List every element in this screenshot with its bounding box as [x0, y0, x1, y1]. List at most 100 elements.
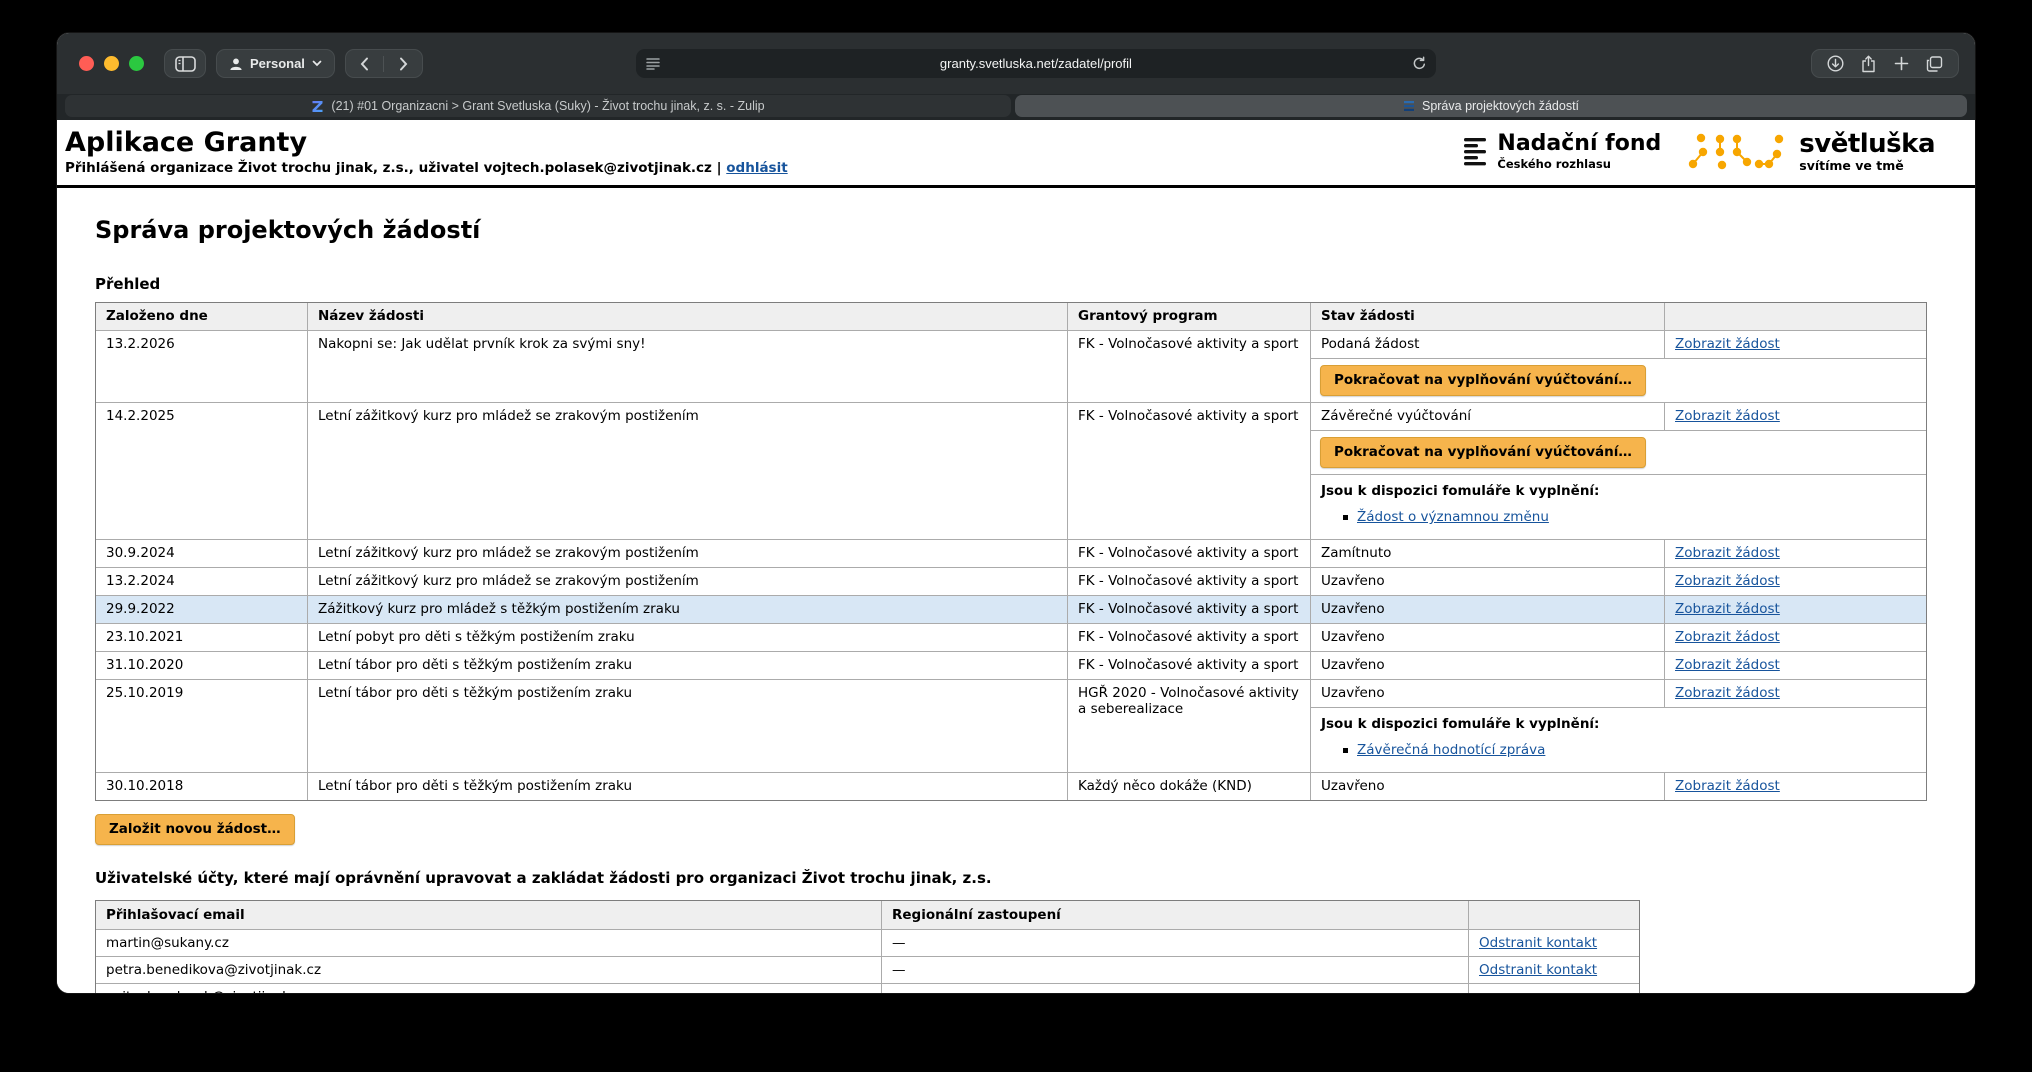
minimize-window-button[interactable] [104, 56, 119, 71]
profile-menu-button[interactable]: Personal [216, 49, 335, 78]
view-application-link[interactable]: Zobrazit žádost [1675, 629, 1780, 645]
sidebar-icon [175, 56, 196, 72]
users-table-header: Přihlašovací email Regionální zastoupení [96, 901, 1639, 929]
site-header: Aplikace Granty Přihlášená organizace Ži… [57, 120, 1975, 188]
application-program: FK - Volnočasové aktivity a sport [1068, 540, 1311, 567]
col-header-email: Přihlašovací email [96, 901, 882, 929]
forward-button[interactable] [384, 50, 422, 77]
bullet-icon [1343, 515, 1348, 520]
browser-toolbar: Personal granty.svetluska.net/zadatel/p [57, 33, 1975, 94]
view-application-link[interactable]: Zobrazit žádost [1675, 573, 1780, 589]
new-tab-button[interactable] [1894, 56, 1909, 71]
col-header-program: Grantový program [1068, 303, 1311, 330]
nf-subtitle: Českého rozhlasu [1497, 157, 1661, 171]
user-email: vojtech.polasek@zivotjinak.cz [96, 984, 882, 993]
application-status: Uzavřeno [1311, 568, 1665, 595]
new-application-button[interactable]: Založit novou žádost… [95, 814, 295, 845]
login-info-text: Přihlášená organizace Život trochu jinak… [65, 160, 722, 176]
user-email: martin@sukany.cz [96, 930, 882, 956]
application-date: 23.10.2021 [96, 624, 308, 651]
application-name: Letní zážitkový kurz pro mládež se zrako… [308, 568, 1068, 595]
application-row: 30.10.2018 Letní tábor pro děti s těžkým… [96, 772, 1926, 800]
fullscreen-window-button[interactable] [129, 56, 144, 71]
application-date: 13.2.2024 [96, 568, 308, 595]
web-page: Aplikace Granty Přihlášená organizace Ži… [57, 120, 1975, 993]
application-name: Letní zážitkový kurz pro mládež se zrako… [308, 540, 1068, 567]
form-link[interactable]: Žádost o významnou změnu [1357, 509, 1549, 526]
application-date: 30.9.2024 [96, 540, 308, 567]
application-status: Uzavřeno [1311, 680, 1665, 707]
svetluska-logo: světluška svítíme ve tmě [1687, 131, 1935, 173]
view-application-link[interactable]: Zobrazit žádost [1675, 778, 1780, 794]
braille-dots-icon [1687, 131, 1787, 173]
remove-contact-link[interactable]: Odstranit kontakt [1479, 935, 1597, 951]
application-date: 14.2.2025 [96, 403, 308, 539]
logout-link[interactable]: odhlásit [726, 160, 787, 176]
sv-subtitle: svítíme ve tmě [1799, 158, 1935, 173]
view-application-link[interactable]: Zobrazit žádost [1675, 601, 1780, 617]
view-application-link[interactable]: Zobrazit žádost [1675, 685, 1780, 701]
application-program: FK - Volnočasové aktivity a sport [1068, 403, 1311, 539]
downloads-button[interactable] [1827, 55, 1844, 72]
back-button[interactable] [346, 50, 384, 77]
user-region: — [882, 930, 1469, 956]
application-date: 25.10.2019 [96, 680, 308, 772]
application-name: Letní tábor pro děti s těžkým postižením… [308, 652, 1068, 679]
application-row: 31.10.2020 Letní tábor pro děti s těžkým… [96, 651, 1926, 679]
view-application-link[interactable]: Zobrazit žádost [1675, 657, 1780, 673]
application-date: 31.10.2020 [96, 652, 308, 679]
tab-overview-button[interactable] [1926, 56, 1943, 72]
remove-contact-link[interactable]: Odstranit kontakt [1479, 962, 1597, 978]
application-program: FK - Volnočasové aktivity a sport [1068, 331, 1311, 402]
login-info: Přihlášená organizace Život trochu jinak… [65, 160, 788, 176]
reload-button[interactable] [1412, 56, 1427, 71]
forms-available-heading: Jsou k dispozici fomuláře k vyplnění: [1321, 716, 1916, 733]
application-date: 13.2.2026 [96, 331, 308, 402]
toolbar-right-group [1811, 49, 1959, 78]
col-header-actions [1469, 901, 1639, 929]
application-date: 30.10.2018 [96, 773, 308, 800]
continue-billing-button[interactable]: Pokračovat na vyplňování vyúčtování… [1320, 437, 1646, 468]
app-title: Aplikace Granty [65, 127, 788, 158]
applications-table: Založeno dne Název žádosti Grantový prog… [95, 302, 1927, 801]
user-actions-empty [1469, 984, 1639, 993]
application-program: HGŘ 2020 - Volnočasové aktivity a sebere… [1068, 680, 1311, 772]
sidebar-toggle-button[interactable] [164, 49, 206, 78]
profile-label: Personal [250, 56, 305, 71]
logos: Nadační fond Českého rozhlasu [1464, 131, 1935, 173]
browser-window: Personal granty.svetluska.net/zadatel/p [57, 33, 1975, 993]
application-program: FK - Volnočasové aktivity a sport [1068, 596, 1311, 623]
user-row: vojtech.polasek@zivotjinak.cz — [96, 983, 1639, 993]
col-header-status: Stav žádosti [1311, 303, 1665, 330]
person-icon [229, 57, 243, 71]
application-name: Zážitkový kurz pro mládež s těžkým posti… [308, 596, 1068, 623]
applications-table-header: Založeno dne Název žádosti Grantový prog… [96, 303, 1926, 330]
application-program: FK - Volnočasové aktivity a sport [1068, 568, 1311, 595]
application-row: 30.9.2024 Letní zážitkový kurz pro mláde… [96, 539, 1926, 567]
application-row: 14.2.2025 Letní zážitkový kurz pro mláde… [96, 402, 1926, 539]
window-controls [79, 56, 144, 71]
desktop-background: Personal granty.svetluska.net/zadatel/p [0, 0, 2032, 1072]
view-application-link[interactable]: Zobrazit žádost [1675, 545, 1780, 561]
tab-zulip[interactable]: (21) #01 Organizacni > Grant Svetluska (… [65, 95, 1011, 117]
share-button[interactable] [1861, 55, 1876, 73]
view-application-link[interactable]: Zobrazit žádost [1675, 408, 1780, 424]
application-status: Uzavřeno [1311, 652, 1665, 679]
user-region: — [882, 984, 1469, 993]
col-header-actions [1665, 303, 1926, 330]
users-table: Přihlašovací email Regionální zastoupení… [95, 900, 1640, 993]
application-status: Uzavřeno [1311, 596, 1665, 623]
application-status: Uzavřeno [1311, 624, 1665, 651]
page-title: Správa projektových žádostí [95, 215, 1975, 245]
view-application-link[interactable]: Zobrazit žádost [1675, 336, 1780, 352]
tab-granty[interactable]: Správa projektových žádostí [1015, 95, 1967, 117]
form-link[interactable]: Závěrečná hodnotící zpráva [1357, 742, 1545, 759]
close-window-button[interactable] [79, 56, 94, 71]
address-bar[interactable]: granty.svetluska.net/zadatel/profil [636, 49, 1436, 78]
users-heading: Uživatelské účty, které mají oprávnění u… [95, 870, 1975, 886]
application-status: Uzavřeno [1311, 773, 1665, 800]
continue-billing-button[interactable]: Pokračovat na vyplňování vyúčtování… [1320, 365, 1646, 396]
application-row-highlighted: 29.9.2022 Zážitkový kurz pro mládež s tě… [96, 595, 1926, 623]
site-favicon [1403, 100, 1415, 112]
user-row: petra.benedikova@zivotjinak.cz — Odstran… [96, 956, 1639, 983]
